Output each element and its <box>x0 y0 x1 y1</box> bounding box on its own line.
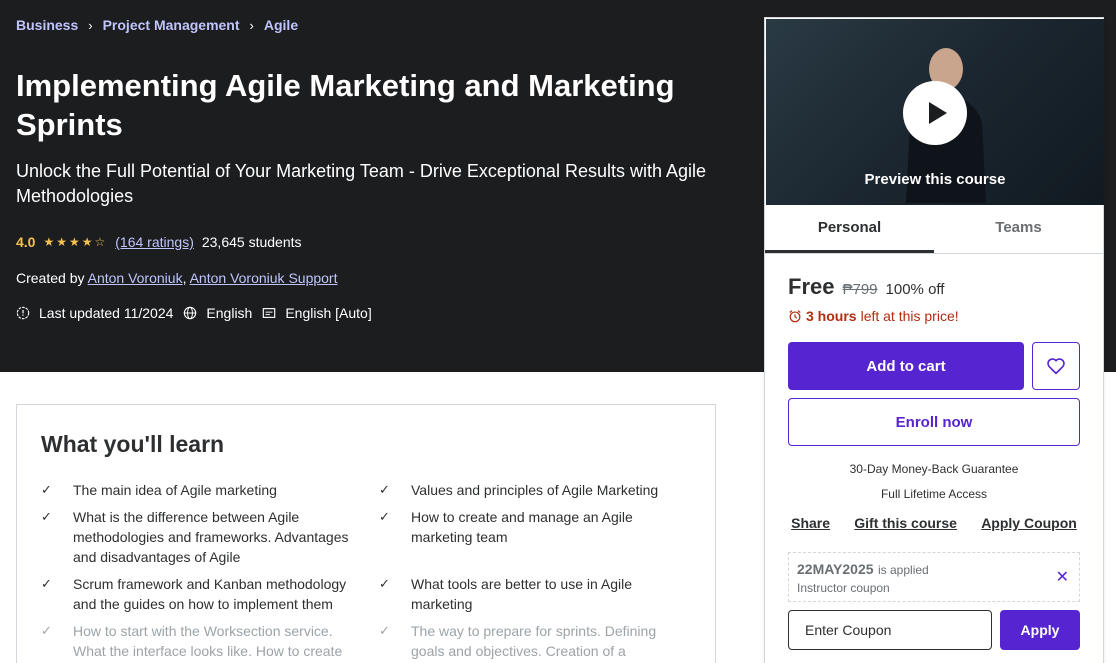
preview-label: Preview this course <box>864 171 1006 188</box>
what-you-will-learn: What you'll learn ✓ The main idea of Agi… <box>16 404 716 663</box>
share-link[interactable]: Share <box>791 515 830 531</box>
learn-item-text: How to start with the Worksection servic… <box>73 623 343 659</box>
last-updated: Last updated 11/2024 <box>16 305 173 321</box>
learn-title: What you'll learn <box>41 431 225 457</box>
students-count: 23,645 students <box>201 234 302 250</box>
purchase-sidebar: Preview this course Personal Teams Free … <box>764 17 1104 663</box>
instructor-separator: , <box>182 270 187 286</box>
course-preview[interactable]: Preview this course <box>766 19 1104 205</box>
price-row: Free ₱799 100% off <box>788 274 944 300</box>
learn-item-text: What tools are better to use in Agile ma… <box>411 576 633 612</box>
language: English <box>183 305 252 321</box>
original-price: ₱799 <box>842 281 878 298</box>
current-price: Free <box>788 274 835 299</box>
applied-coupon: 22MAY2025 is applied Instructor coupon ✕ <box>788 552 1080 602</box>
instructor-support-link[interactable]: Anton Voroniuk Support <box>190 270 338 286</box>
learn-item: ✓ What is the difference between Agile m… <box>41 507 351 567</box>
coupon-type: Instructor coupon <box>797 581 890 595</box>
check-icon: ✓ <box>41 576 52 591</box>
enroll-now-button[interactable]: Enroll now <box>788 398 1080 446</box>
plan-tabs: Personal Teams <box>765 206 1103 254</box>
timer-hours: 3 hours <box>806 308 857 324</box>
created-by: Created by Anton Voroniuk, Anton Voroniu… <box>16 270 337 286</box>
check-icon: ✓ <box>41 482 52 497</box>
breadcrumb-business[interactable]: Business <box>16 17 78 33</box>
course-title: Implementing Agile Marketing and Marketi… <box>16 68 675 142</box>
check-icon: ✓ <box>41 623 52 638</box>
check-icon: ✓ <box>41 509 52 524</box>
rating-value: 4.0 <box>16 234 36 250</box>
learn-item: ✓ How to create and manage an Agile mark… <box>379 507 669 547</box>
globe-icon <box>184 306 197 320</box>
alarm-clock-icon <box>789 310 801 323</box>
language-text: English <box>206 305 253 321</box>
learn-item: ✓ How to start with the Worksection serv… <box>41 621 351 661</box>
check-icon: ✓ <box>379 482 390 497</box>
instructor-link[interactable]: Anton Voroniuk <box>88 270 183 286</box>
learn-item: ✓ The way to prepare for sprints. Defini… <box>379 621 669 661</box>
timer-text: left at this price! <box>860 308 959 324</box>
discount-percent: 100% off <box>885 281 945 298</box>
coupon-applied-text: is applied <box>878 563 929 577</box>
add-to-cart-button[interactable]: Add to cart <box>788 342 1024 390</box>
learn-item: ✓ Values and principles of Agile Marketi… <box>379 480 679 500</box>
ratings-count-link[interactable]: (164 ratings) <box>115 234 194 250</box>
course-subtitle: Unlock the Full Potential of Your Market… <box>16 161 707 206</box>
alert-badge-icon <box>16 306 30 320</box>
gift-course-link[interactable]: Gift this course <box>854 515 957 531</box>
learn-item-text: How to create and manage an Agile market… <box>411 509 633 545</box>
learn-item: ✓ Scrum framework and Kanban methodology… <box>41 574 351 614</box>
heart-icon <box>1047 358 1065 375</box>
chevron-right-icon: › <box>249 17 254 33</box>
learn-item: ✓ What tools are better to use in Agile … <box>379 574 669 614</box>
check-icon: ✓ <box>379 623 390 638</box>
sidebar-links: Share Gift this course Apply Coupon <box>765 515 1103 531</box>
learn-item: ✓ The main idea of Agile marketing <box>41 480 351 500</box>
captions-icon <box>263 308 276 318</box>
play-button[interactable] <box>903 81 967 145</box>
breadcrumb: Business › Project Management › Agile <box>16 17 298 33</box>
captions-text: English [Auto] <box>285 305 372 321</box>
learn-item-text: The way to prepare for sprints. Defining… <box>411 623 657 659</box>
apply-coupon-button[interactable]: Apply <box>1000 610 1080 650</box>
breadcrumb-agile[interactable]: Agile <box>264 17 298 33</box>
play-icon <box>929 102 947 124</box>
chevron-right-icon: › <box>88 17 93 33</box>
tab-personal[interactable]: Personal <box>765 206 934 253</box>
learn-item-text: What is the difference between Agile met… <box>73 509 349 565</box>
lifetime-access: Full Lifetime Access <box>880 487 988 501</box>
coupon-input[interactable] <box>788 610 992 650</box>
tab-teams[interactable]: Teams <box>934 206 1103 253</box>
created-by-label: Created by <box>16 270 85 286</box>
learn-item-text: Scrum framework and Kanban methodology a… <box>73 576 347 612</box>
check-icon: ✓ <box>379 576 390 591</box>
check-icon: ✓ <box>379 509 390 524</box>
last-updated-text: Last updated 11/2024 <box>39 305 174 321</box>
coupon-code: 22MAY2025 <box>797 561 874 577</box>
close-icon[interactable]: ✕ <box>1056 567 1069 587</box>
money-back-guarantee: 30-Day Money-Back Guarantee <box>849 462 1019 476</box>
apply-coupon-link[interactable]: Apply Coupon <box>981 515 1077 531</box>
price-timer: 3 hours left at this price! <box>788 308 959 324</box>
captions: English [Auto] <box>262 305 372 321</box>
wishlist-button[interactable] <box>1032 342 1080 390</box>
course-meta: Last updated 11/2024 English English [Au… <box>16 305 382 321</box>
learn-item-text: The main idea of Agile marketing <box>73 482 277 498</box>
rating-row: 4.0 ★★★★☆ (164 ratings) 23,645 students <box>16 234 302 250</box>
star-rating-icon: ★★★★☆ <box>43 235 108 249</box>
learn-item-text: Values and principles of Agile Marketing <box>411 482 659 498</box>
breadcrumb-project-management[interactable]: Project Management <box>103 17 240 33</box>
